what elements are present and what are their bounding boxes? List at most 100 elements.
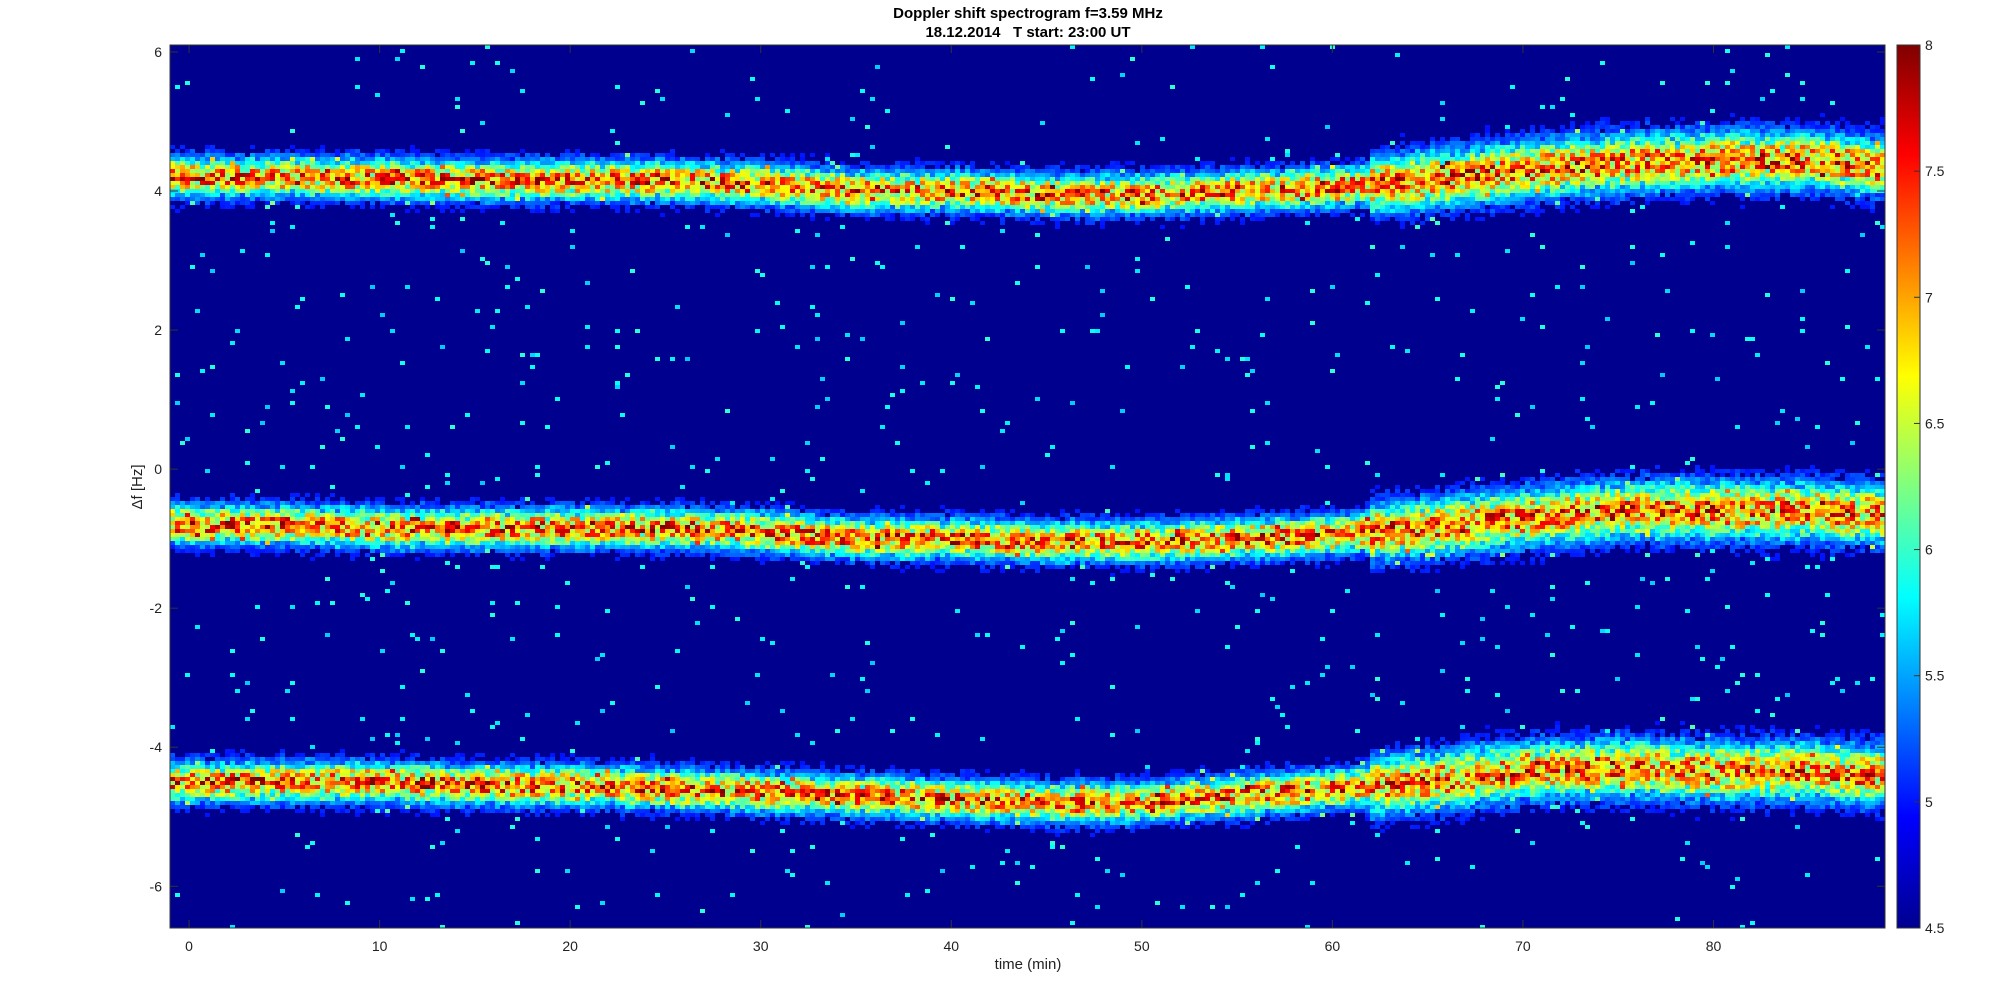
heatmap-cell xyxy=(375,445,380,449)
heatmap-cell xyxy=(670,169,675,173)
heatmap-cell xyxy=(470,497,475,501)
heatmap-cell xyxy=(455,545,460,549)
heatmap-cell xyxy=(625,797,630,801)
heatmap-cell xyxy=(385,197,390,201)
heatmap-cell xyxy=(705,153,710,157)
heatmap-cell xyxy=(425,161,430,165)
heatmap-cell xyxy=(585,173,590,177)
heatmap-cell xyxy=(235,753,240,757)
heatmap-cell xyxy=(705,793,710,797)
heatmap-cell xyxy=(535,789,540,793)
heatmap-cell xyxy=(290,785,295,789)
heatmap-cell xyxy=(355,793,360,797)
heatmap-cell xyxy=(205,169,210,173)
heatmap-cell xyxy=(670,149,675,153)
heatmap-cell xyxy=(425,453,430,457)
heatmap-cell xyxy=(195,541,200,545)
heatmap-cell xyxy=(175,757,180,761)
heatmap-cell xyxy=(230,189,235,193)
heatmap-cell xyxy=(405,797,410,801)
heatmap-cell xyxy=(285,785,290,789)
heatmap-cell xyxy=(395,197,400,201)
heatmap-cell xyxy=(550,505,555,509)
heatmap-cell xyxy=(705,517,710,521)
heatmap-cell xyxy=(515,189,520,193)
heatmap-cell xyxy=(670,801,675,805)
heatmap-cell xyxy=(615,557,620,561)
heatmap-cell xyxy=(655,529,660,533)
heatmap-cell xyxy=(470,537,475,541)
heatmap-cell xyxy=(195,781,200,785)
heatmap-cell xyxy=(450,517,455,521)
heatmap-cell xyxy=(560,809,565,813)
heatmap-cell xyxy=(460,789,465,793)
heatmap-cell xyxy=(465,161,470,165)
heatmap-cell xyxy=(625,517,630,521)
heatmap-cell xyxy=(515,205,520,209)
heatmap-cell xyxy=(705,809,710,813)
heatmap-cell xyxy=(320,765,325,769)
heatmap-cell xyxy=(555,189,560,193)
heatmap-cell xyxy=(215,517,220,521)
heatmap-cell xyxy=(495,177,500,181)
heatmap-cell xyxy=(320,773,325,777)
heatmap-cell xyxy=(270,549,275,553)
heatmap-cell xyxy=(530,509,535,513)
heatmap-cell xyxy=(390,537,395,541)
heatmap-cell xyxy=(455,769,460,773)
heatmap-cell xyxy=(460,757,465,761)
heatmap-cell xyxy=(655,549,660,553)
heatmap-cell xyxy=(250,501,255,505)
heatmap-cell xyxy=(340,505,345,509)
heatmap-cell xyxy=(620,765,625,769)
heatmap-cell xyxy=(545,165,550,169)
heatmap-cell xyxy=(370,789,375,793)
heatmap-cell xyxy=(245,549,250,553)
heatmap-cell xyxy=(340,161,345,165)
heatmap-cell xyxy=(410,517,415,521)
heatmap-cell xyxy=(565,201,570,205)
heatmap-cell xyxy=(325,797,330,801)
heatmap-cell xyxy=(485,349,490,353)
heatmap-cell xyxy=(345,809,350,813)
heatmap-cell xyxy=(680,549,685,553)
heatmap-cell xyxy=(350,205,355,209)
heatmap-cell xyxy=(350,193,355,197)
heatmap-cell xyxy=(280,185,285,189)
heatmap-cell xyxy=(725,793,730,797)
heatmap-cell xyxy=(260,785,265,789)
heatmap-cell xyxy=(330,781,335,785)
heatmap-cell xyxy=(215,533,220,537)
heatmap-cell xyxy=(545,785,550,789)
heatmap-cell xyxy=(330,493,335,497)
heatmap-cell xyxy=(635,169,640,173)
heatmap-cell xyxy=(255,513,260,517)
heatmap-cell xyxy=(600,193,605,197)
heatmap-cell xyxy=(670,197,675,201)
heatmap-cell xyxy=(440,209,445,213)
heatmap-cell xyxy=(720,165,725,169)
heatmap-cell xyxy=(230,757,235,761)
heatmap-cell xyxy=(625,165,630,169)
heatmap-cell xyxy=(625,541,630,545)
heatmap-cell xyxy=(325,773,330,777)
heatmap-cell xyxy=(400,525,405,529)
heatmap-cell xyxy=(585,185,590,189)
heatmap-cell xyxy=(340,793,345,797)
heatmap-cell xyxy=(695,553,700,557)
heatmap-cell xyxy=(695,509,700,513)
heatmap-cell xyxy=(435,509,440,513)
heatmap-cell xyxy=(275,517,280,521)
heatmap-cell xyxy=(355,809,360,813)
heatmap-cell xyxy=(330,757,335,761)
heatmap-cell xyxy=(320,181,325,185)
heatmap-cell xyxy=(575,805,580,809)
heatmap-cell xyxy=(420,169,425,173)
heatmap-cell xyxy=(530,785,535,789)
heatmap-cell xyxy=(305,493,310,497)
heatmap-cell xyxy=(320,545,325,549)
heatmap-cell xyxy=(370,193,375,197)
heatmap-cell xyxy=(425,189,430,193)
heatmap-cell xyxy=(685,805,690,809)
heatmap-cell xyxy=(615,169,620,173)
